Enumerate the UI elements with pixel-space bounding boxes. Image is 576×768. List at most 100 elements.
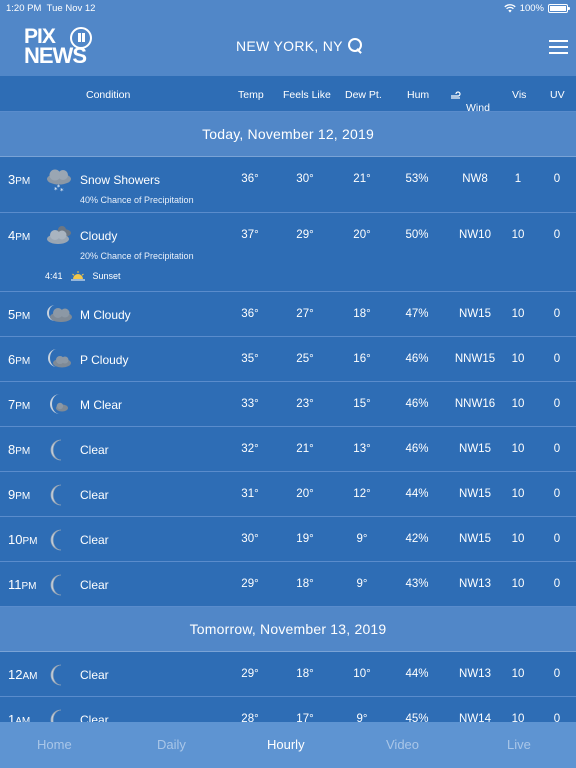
cell-hum: 46%	[405, 398, 429, 410]
cell-temp: 36°	[241, 173, 259, 185]
tab-hourly[interactable]: Hourly	[267, 737, 305, 752]
cell-temp: 28°	[241, 713, 259, 722]
location-label: NEW YORK, NY	[236, 38, 343, 54]
status-right: 100%	[504, 3, 570, 14]
day-header: Today, November 12, 2019	[0, 112, 576, 157]
hourly-row[interactable]: 3PM * * * Snow Showers 40% Chance of Precipit…	[0, 157, 576, 213]
cell-hum: 45%	[405, 713, 429, 722]
cell-feels: 23°	[296, 398, 314, 410]
hourly-row[interactable]: 5PM M Cloudy 36° 27° 18° 47% NW15 10 0	[0, 292, 576, 337]
cell-hum: 53%	[405, 173, 429, 185]
moon-icon	[50, 574, 62, 596]
moon-icon	[50, 484, 62, 506]
cell-uv: 0	[553, 308, 561, 320]
col-visibility: Vis	[512, 89, 527, 101]
cell-feels: 27°	[296, 308, 314, 320]
hamburger-menu-icon[interactable]	[549, 40, 568, 54]
cell-feels: 29°	[296, 229, 314, 241]
cell-hum: 47%	[405, 308, 429, 320]
nav-bar: PIX NEWS NEW YORK, NY	[0, 16, 576, 76]
hourly-row[interactable]: 8PM Clear 32° 21° 13° 46% NW15 10 0	[0, 427, 576, 472]
tab-daily[interactable]: Daily	[157, 737, 186, 752]
tab-live[interactable]: Live	[507, 737, 531, 752]
cell-dew: 9°	[356, 578, 368, 590]
hour-label: 12AM	[8, 667, 38, 682]
hourly-forecast-list[interactable]: Today, November 12, 2019 3PM * * * Snow Showe…	[0, 112, 576, 722]
hour-label: 8PM	[8, 442, 31, 457]
hourly-row[interactable]: 1AM Clear 28° 17° 9° 45% NW14 10 0	[0, 697, 576, 722]
cell-feels: 17°	[296, 713, 314, 722]
cell-dew: 18°	[353, 308, 371, 320]
cell-hum: 50%	[405, 229, 429, 241]
cell-dew: 21°	[353, 173, 371, 185]
svg-text:*: *	[60, 187, 64, 194]
cell-uv: 0	[553, 353, 561, 365]
cell-temp: 37°	[241, 229, 259, 241]
cell-uv: 0	[553, 533, 561, 545]
condition-label: M Clear	[80, 398, 123, 412]
precip-chance: 40% Chance of Precipitation	[80, 195, 194, 205]
col-wind: Wind	[451, 89, 490, 114]
cell-uv: 0	[553, 488, 561, 500]
col-temp: Temp	[238, 89, 264, 101]
sunset-time: 4:41	[45, 271, 63, 281]
battery-percent: 100%	[519, 3, 544, 14]
condition-label: P Cloudy	[80, 353, 129, 367]
hour-label: 7PM	[8, 397, 31, 412]
moon-icon	[50, 709, 62, 722]
cell-temp: 31°	[241, 488, 259, 500]
cell-dew: 13°	[353, 443, 371, 455]
cell-dew: 9°	[356, 533, 368, 545]
location-search-button[interactable]: NEW YORK, NY	[236, 38, 363, 54]
col-condition: Condition	[86, 89, 131, 101]
cell-feels: 18°	[296, 578, 314, 590]
col-humidity: Hum	[407, 89, 430, 101]
status-time-date: 1:20 PM Tue Nov 12	[6, 3, 95, 14]
pix11-news-logo[interactable]: PIX NEWS	[24, 26, 98, 68]
hourly-row[interactable]: 12AM Clear 29° 18° 10° 44% NW13 10 0	[0, 652, 576, 697]
cell-hum: 43%	[405, 578, 429, 590]
cell-uv: 0	[553, 229, 561, 241]
condition-label: Clear	[80, 443, 109, 457]
cell-hum: 46%	[405, 353, 429, 365]
battery-icon	[548, 4, 570, 13]
column-header: Condition Temp Feels Like Dew Pt. Hum Wi…	[0, 76, 576, 114]
wifi-icon	[504, 4, 516, 13]
snow-showers-icon: * **	[47, 169, 71, 194]
cell-feels: 18°	[296, 668, 314, 680]
cell-dew: 15°	[353, 398, 371, 410]
hour-label: 3PM	[8, 172, 31, 187]
cell-uv: 0	[553, 713, 561, 722]
precip-chance: 20% Chance of Precipitation	[80, 251, 194, 261]
cell-feels: 30°	[296, 173, 314, 185]
condition-label: Clear	[80, 488, 109, 502]
hourly-row[interactable]: 10PM Clear 30° 19° 9° 42% NW15 10 0	[0, 517, 576, 562]
cell-feels: 21°	[296, 443, 314, 455]
condition-label: M Cloudy	[80, 308, 131, 322]
hourly-row[interactable]: 6PM P Cloudy 35° 25° 16° 46% NNW15 10 0	[0, 337, 576, 382]
hour-label: 5PM	[8, 307, 31, 322]
hourly-row[interactable]: 9PM Clear 31° 20° 12° 44% NW15 10 0	[0, 472, 576, 517]
moon-icon	[50, 439, 62, 461]
hourly-row[interactable]: 11PM Clear 29° 18° 9° 43% NW13 10 0	[0, 562, 576, 607]
day-header: Tomorrow, November 13, 2019	[0, 607, 576, 652]
status-date: Tue Nov 12	[46, 3, 96, 14]
tab-home[interactable]: Home	[37, 737, 72, 752]
sunset-label: Sunset	[92, 271, 121, 281]
hourly-row[interactable]: 4PM Cloudy 20% Chance of Precipitation 4:41…	[0, 213, 576, 292]
cell-uv: 0	[553, 443, 561, 455]
mostly-clear-night-icon	[50, 394, 68, 414]
hour-label: 10PM	[8, 532, 38, 547]
col-dew-point: Dew Pt.	[345, 89, 382, 101]
condition-label: Snow Showers	[80, 173, 161, 187]
col-feels-like: Feels Like	[283, 89, 331, 101]
tab-video[interactable]: Video	[386, 737, 419, 752]
condition-label: Clear	[80, 533, 109, 547]
hourly-row[interactable]: 7PM M Clear 33° 23° 15° 46% NNW16 10 0	[0, 382, 576, 427]
svg-text:*: *	[57, 184, 60, 191]
cell-hum: 44%	[405, 668, 429, 680]
cell-dew: 16°	[353, 353, 371, 365]
status-bar: 1:20 PM Tue Nov 12 100%	[0, 0, 576, 16]
cell-dew: 12°	[353, 488, 371, 500]
cell-uv: 0	[553, 668, 561, 680]
